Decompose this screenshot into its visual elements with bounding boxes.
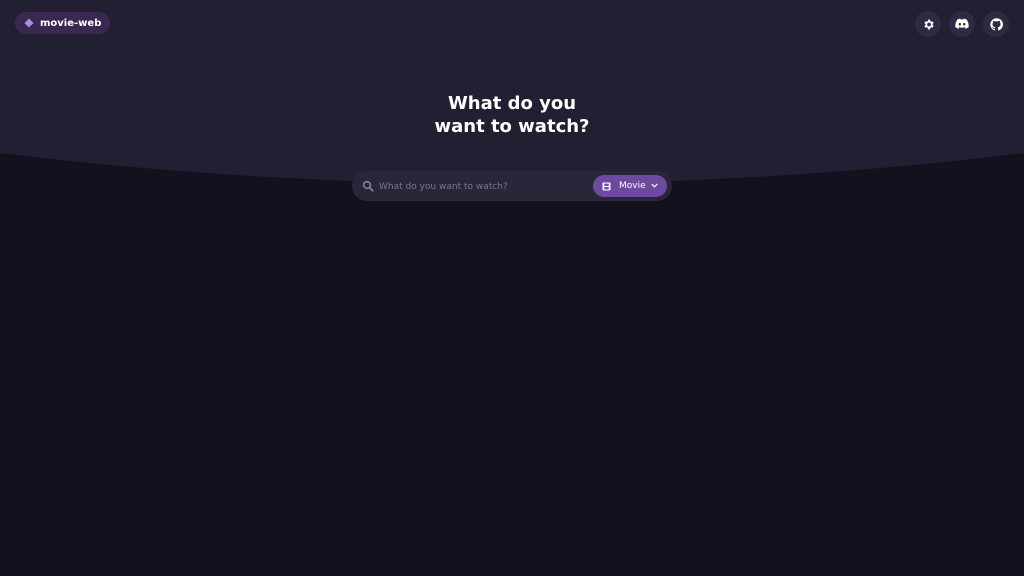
media-type-label: Movie <box>619 181 646 191</box>
search-bar: Movie <box>352 171 672 201</box>
search-input[interactable] <box>377 176 591 198</box>
page: movie-web What do you want to watch? Wha… <box>0 0 1024 576</box>
discord-icon <box>955 18 969 29</box>
search-icon <box>362 180 374 192</box>
github-button[interactable] <box>983 11 1009 37</box>
github-icon <box>989 17 1003 30</box>
gear-icon <box>923 19 934 29</box>
page-title-line-1: What do you <box>447 93 577 114</box>
settings-button[interactable] <box>915 11 941 37</box>
media-type-dropdown[interactable]: Movie <box>593 175 667 197</box>
diamond-icon <box>24 18 34 28</box>
chevron-down-icon <box>651 182 658 189</box>
header-actions <box>915 11 1009 37</box>
brand-logo-link[interactable]: movie-web <box>15 12 111 34</box>
page-title: What do you want to watch? <box>0 92 1024 138</box>
brand-name: movie-web <box>40 17 102 29</box>
page-title-line-2: want to watch? <box>434 116 590 137</box>
film-icon <box>602 182 611 191</box>
discord-button[interactable] <box>949 11 975 37</box>
